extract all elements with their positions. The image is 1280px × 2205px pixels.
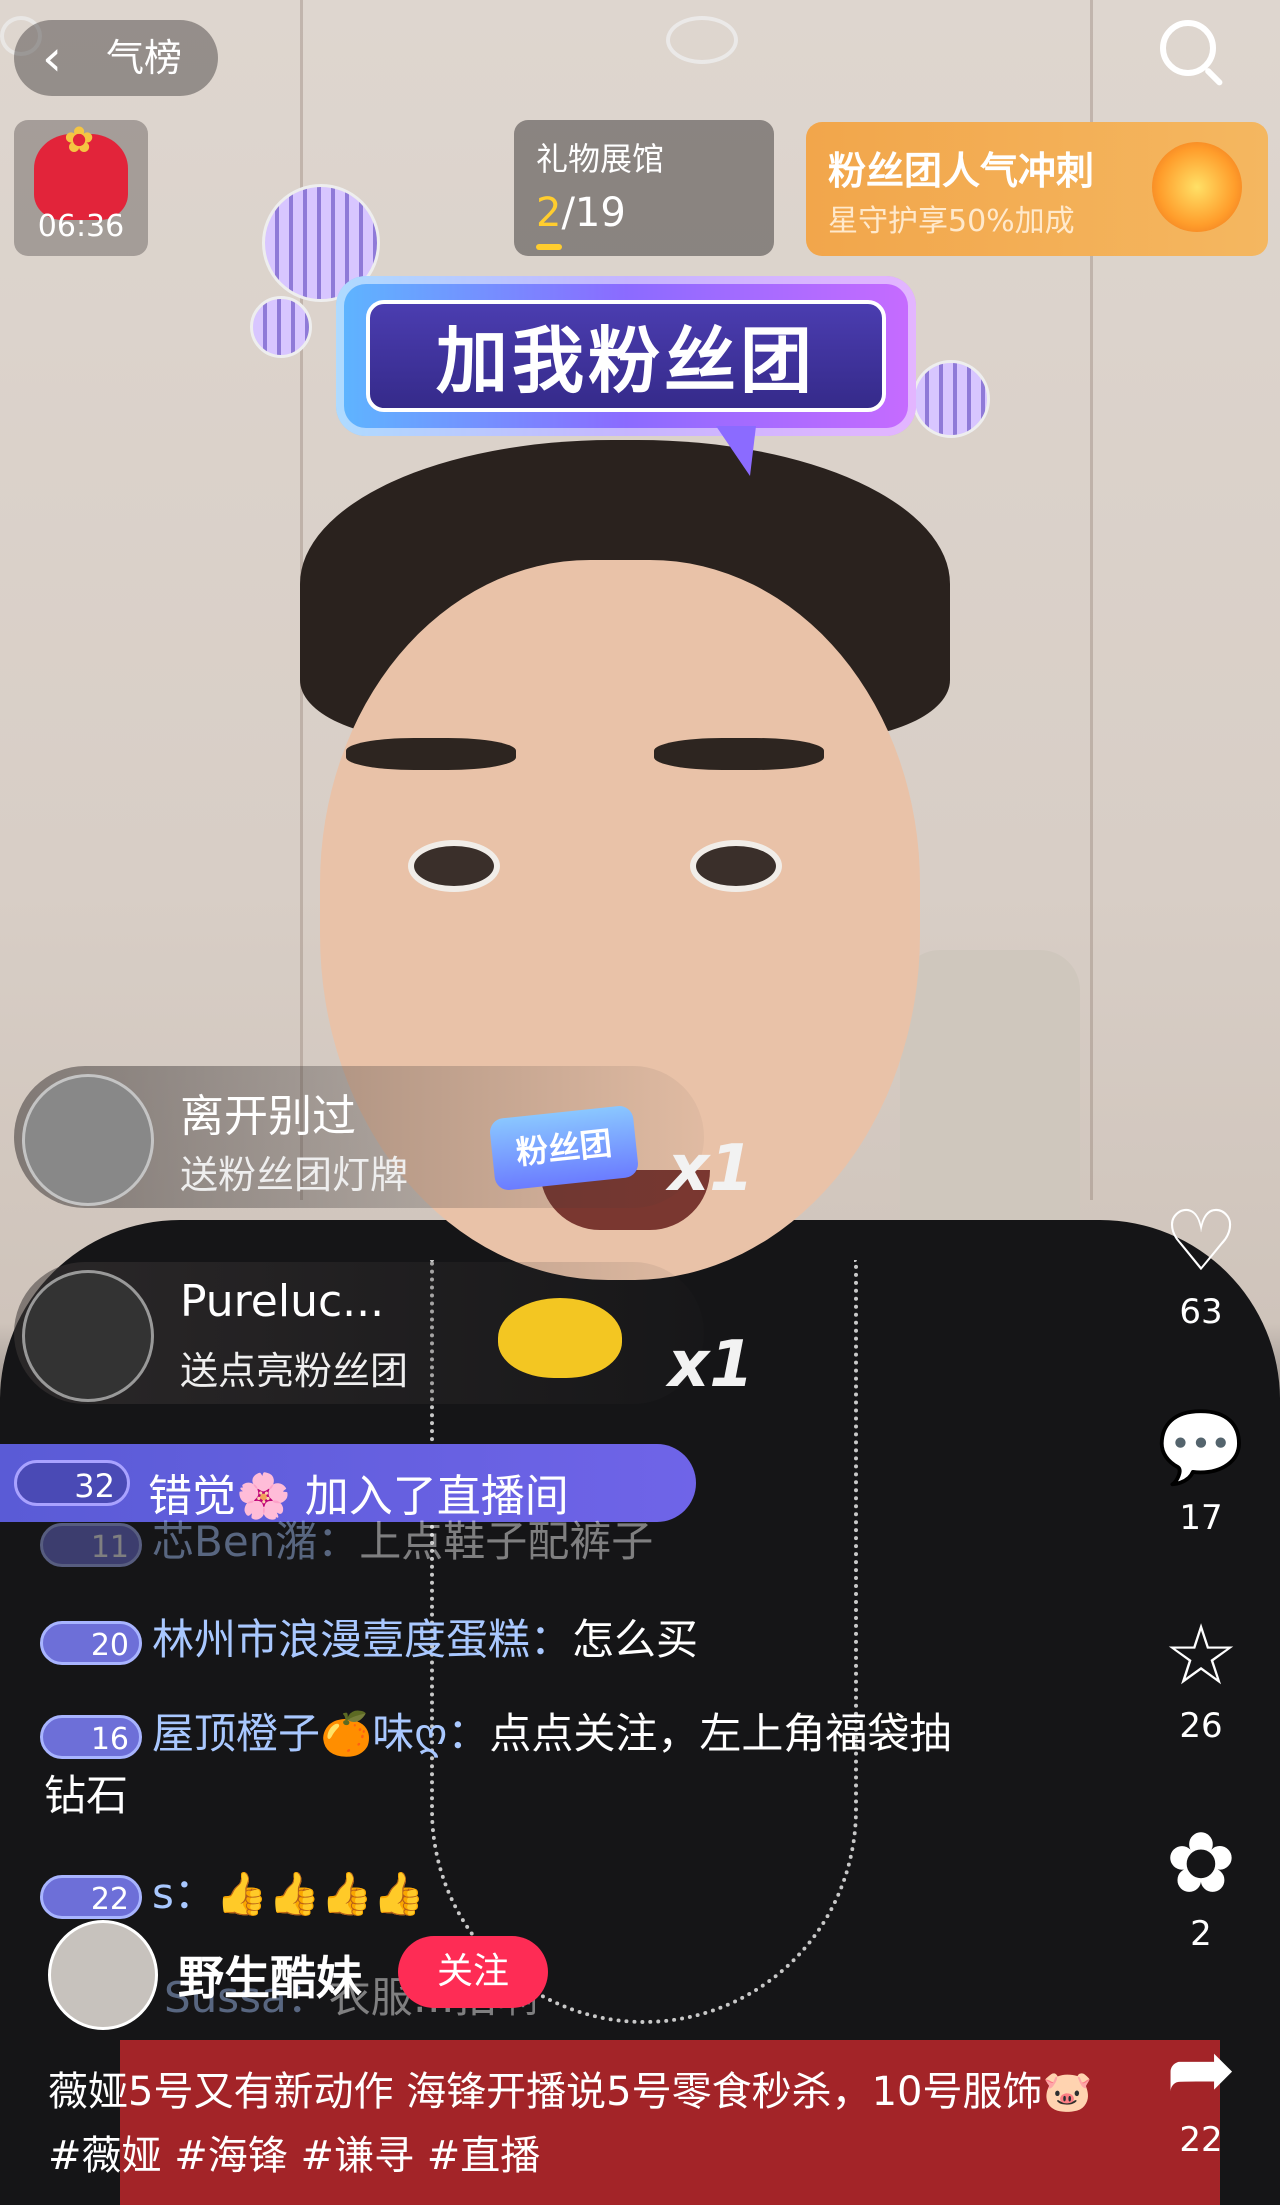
back-chevron-icon: ‹ [42,29,62,87]
share-count: 22 [1179,2120,1223,2160]
fan-sprint-widget[interactable]: 粉丝团人气冲刺 星守护享50%加成 [806,122,1268,256]
lucky-bag-widget[interactable]: ✿ 06:36 [14,120,148,256]
chat-text: 上点鞋子配裤子 [359,1517,654,1566]
gift-count: x1 [668,1328,754,1402]
gift-gallery-progress [536,244,562,250]
gift-action: 送点亮粉丝团 [180,1349,409,1393]
right-eye [690,840,782,892]
gift-gallery-title: 礼物展馆 [536,140,665,178]
avatar [22,1074,154,1206]
favorite-button[interactable]: ☆ 26 [1146,1610,1256,1746]
search-button[interactable] [1150,12,1230,92]
fan-sprint-title: 粉丝团人气冲刺 [828,149,1095,193]
comment-icon: 💬 [1157,1406,1245,1488]
follow-button[interactable]: 关注 [398,1936,548,2008]
star-icon: ☆ [1163,1606,1239,1704]
fan-sprint-subtitle: 星守护享50%加成 [828,204,1075,239]
heart-gift-icon [498,1298,622,1378]
chat-message[interactable]: 11 芯Ben潴：上点鞋子配裤子 [40,1508,653,1569]
like-count: 63 [1179,1292,1223,1332]
bow-icon: ✿ [64,120,95,161]
chat-user: s： [152,1869,216,1918]
back-button[interactable]: ‹ 气榜 [14,20,218,96]
lucky-bag-timer: 06:36 [37,209,125,244]
level-badge: 22 [40,1874,142,1919]
like-button[interactable]: ♡ 63 [1146,1196,1256,1332]
chat-text: 怎么买 [572,1615,699,1664]
gift-notice: 离开别过 送粉丝团灯牌 粉丝团 x1 [14,1066,754,1208]
top-center-icon [666,16,738,64]
chat-text: 👍👍👍👍 [215,1869,426,1918]
chat-message[interactable]: 16 屋顶橙子🍊味ღ：点点关注，左上角福袋抽 [40,1700,951,1761]
gift-gallery-widget[interactable]: 礼物展馆 2/19 [514,120,774,256]
chat-text-continued: 钻石 [44,1771,129,1820]
gift-share-button[interactable]: ✿ 2 [1146,1818,1256,1954]
chat-text: 点点关注，左上角福袋抽 [489,1709,952,1758]
share-gift-icon: ✿ [1165,1814,1237,1912]
fan-club-banner: 加我粉丝团 [336,276,916,476]
favorite-count: 26 [1179,1706,1223,1746]
gift-count: x1 [668,1132,754,1206]
gift-notice: Pureluc... 送点亮粉丝团 x1 [14,1262,754,1404]
left-eye [408,840,500,892]
gift-share-count: 2 [1190,1914,1212,1954]
disco-ball-icon [250,296,312,358]
heart-icon: ♡ [1163,1192,1239,1290]
chat-user: 林州市浪漫壹度蛋糕： [152,1615,573,1664]
video-caption[interactable]: 薇娅5号又有新动作 海锋开播说5号零食秒杀，10号服饰🐷 #薇娅 #海锋 #谦寻… [48,2060,1108,2188]
comment-button[interactable]: 💬 17 [1146,1402,1256,1538]
live-stream-screen: ‹ 气榜 ✿ 06:36 礼物展馆 2/19 粉丝团人气冲刺 星守护享50%加成… [0,0,1280,2205]
level-badge: 32 [14,1460,130,1506]
chat-user: 屋顶橙子🍊味ღ： [152,1709,490,1758]
chat-message[interactable]: 22 s：👍👍👍👍 [40,1860,425,1921]
share-icon: ➦ [1165,2020,1237,2118]
author-row: 野生酷妹 关注 [48,1920,558,2030]
chair [900,950,1080,1250]
gift-sender-name: Pureluc... [180,1276,385,1327]
chat-user: 芯Ben潴： [152,1517,360,1566]
gift-action: 送粉丝团灯牌 [180,1153,409,1197]
comment-count: 17 [1179,1498,1223,1538]
back-label: 气榜 [106,36,183,80]
left-eyebrow [346,738,516,770]
chat-message[interactable]: 20 林州市浪漫壹度蛋糕：怎么买 [40,1606,698,1667]
fan-club-banner-text: 加我粉丝团 [435,319,816,403]
author-name[interactable]: 野生酷妹 [178,1942,362,2008]
disco-ball-icon [912,360,990,438]
gift-gallery-count: 2/19 [536,190,626,236]
level-badge: 20 [40,1620,142,1665]
right-eyebrow [654,738,824,770]
flame-icon [1152,142,1242,232]
level-badge: 11 [40,1522,142,1567]
gift-sender-name: 离开别过 [180,1091,356,1142]
avatar [22,1270,154,1402]
fan-badge-gift-icon: 粉丝团 [488,1104,640,1192]
author-avatar[interactable] [48,1920,158,2030]
level-badge: 16 [40,1714,142,1759]
share-button[interactable]: ➦ 22 [1146,2024,1256,2160]
